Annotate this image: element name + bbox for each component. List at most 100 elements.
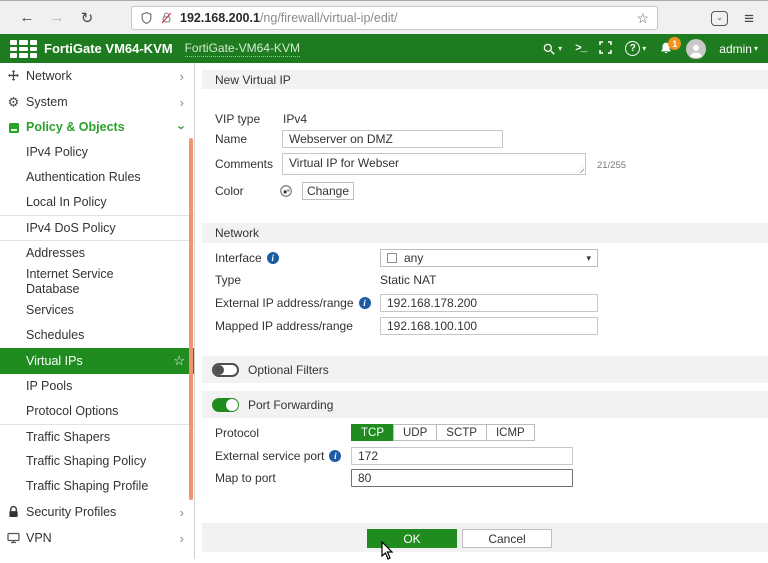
optional-filters-toggle[interactable] — [212, 362, 239, 377]
sidebar-item-network[interactable]: Network › — [0, 63, 194, 89]
url-path: /ng/firewall/virtual-ip/edit/ — [259, 11, 398, 25]
color-label: Color — [215, 184, 244, 198]
sidebar-item-traffic-shaping-policy[interactable]: Traffic Shaping Policy — [0, 449, 194, 474]
sidebar-item-vpn[interactable]: VPN › — [0, 525, 194, 551]
port-forwarding-label: Port Forwarding — [248, 397, 334, 412]
avatar[interactable] — [686, 38, 707, 59]
device-hostname[interactable]: FortiGate-VM64-KVM — [184, 41, 300, 57]
name-label: Name — [215, 132, 248, 146]
sidebar: Network › ⚙ System › Policy & Objects › … — [0, 63, 195, 559]
sidebar-item-protocol-options[interactable]: Protocol Options — [0, 399, 194, 424]
cli-console-icon[interactable]: >_ — [575, 43, 587, 55]
user-icon — [690, 44, 703, 57]
favorite-star-icon[interactable]: ☆ — [173, 353, 185, 369]
vip-type-label: VIP type — [215, 112, 261, 126]
port-forwarding-bar: Port Forwarding — [202, 391, 768, 418]
help-icon: ? — [625, 41, 641, 56]
bookmark-star-icon[interactable]: ☆ — [636, 10, 649, 27]
sidebar-item-virtual-ips[interactable]: Virtual IPs ☆ — [0, 348, 194, 374]
sidebar-item-ip-pools[interactable]: IP Pools — [0, 374, 194, 399]
insecure-lock-icon[interactable] — [160, 11, 173, 25]
notification-badge: 1 — [668, 37, 682, 50]
map-to-port-label: Map to port — [215, 471, 276, 485]
menu-icon[interactable]: ≡ — [744, 10, 754, 27]
sidebar-item-ipv4-dos-policy[interactable]: IPv4 DoS Policy — [0, 215, 194, 240]
sidebar-item-internet-service-database[interactable]: Internet Service Database — [0, 265, 194, 298]
info-icon[interactable]: i — [266, 252, 279, 264]
protocol-udp-button[interactable]: UDP — [393, 424, 438, 441]
protocol-sctp-button[interactable]: SCTP — [436, 424, 487, 441]
chevron-down-icon: ▾ — [753, 44, 758, 53]
chevron-right-icon: › — [179, 94, 184, 110]
sidebar-scrollbar[interactable] — [189, 138, 193, 500]
browser-back-icon[interactable]: ← — [12, 9, 42, 26]
sidebar-item-addresses[interactable]: Addresses — [0, 240, 194, 265]
sidebar-item-authentication-rules[interactable]: Authentication Rules — [0, 165, 194, 190]
sidebar-item-traffic-shaping-profile[interactable]: Traffic Shaping Profile — [0, 474, 194, 499]
sidebar-item-system[interactable]: ⚙ System › — [0, 89, 194, 115]
info-icon[interactable]: i — [358, 297, 371, 309]
browser-forward-icon[interactable]: → — [42, 9, 72, 26]
comments-label: Comments — [215, 157, 274, 171]
protocol-label: Protocol — [215, 425, 260, 440]
comments-field-wrap: Virtual IP for Webser — [282, 153, 586, 175]
sidebar-item-label: Policy & Objects — [26, 120, 125, 134]
sidebar-item-schedules[interactable]: Schedules — [0, 323, 194, 348]
any-interface-icon — [387, 253, 397, 263]
shield-icon[interactable] — [140, 11, 153, 25]
chevron-down-icon: ▾ — [642, 44, 647, 53]
protocol-icmp-button[interactable]: ICMP — [485, 424, 535, 441]
sidebar-item-services[interactable]: Services — [0, 298, 194, 323]
comments-counter: 21/255 — [597, 160, 627, 171]
help-button[interactable]: ? ▾ — [625, 41, 646, 56]
interface-select[interactable]: any ▾ — [380, 249, 598, 267]
network-section-title: Network — [215, 226, 260, 240]
sidebar-item-label: System — [26, 94, 68, 109]
comments-input[interactable]: Virtual IP for Webser — [282, 153, 586, 175]
sidebar-item-security-profiles[interactable]: Security Profiles › — [0, 499, 194, 525]
external-ip-label: External IP address/range i — [215, 294, 371, 312]
color-change-button[interactable]: Change — [302, 182, 354, 200]
chevron-down-icon: ▾ — [558, 44, 563, 53]
external-ip-input[interactable] — [380, 294, 598, 312]
external-service-port-input[interactable] — [351, 447, 573, 465]
port-forwarding-toggle[interactable] — [212, 397, 239, 412]
page-title-bar: New Virtual IP — [202, 70, 768, 89]
sidebar-item-policy-objects[interactable]: Policy & Objects › — [0, 115, 194, 140]
name-input[interactable] — [282, 130, 503, 148]
network-icon — [6, 70, 21, 83]
info-icon[interactable]: i — [329, 450, 342, 462]
optional-filters-label: Optional Filters — [248, 362, 329, 377]
sidebar-item-traffic-shapers[interactable]: Traffic Shapers — [0, 424, 194, 449]
chevron-right-icon: › — [179, 504, 184, 520]
fortinet-logo-icon — [10, 39, 37, 58]
interface-label: Interface i — [215, 249, 279, 267]
url-host: 192.168.200.1 — [180, 11, 260, 25]
fullscreen-icon[interactable] — [599, 40, 613, 57]
browser-reload-icon[interactable]: ↻ — [72, 9, 102, 27]
sidebar-item-local-in-policy[interactable]: Local In Policy — [0, 190, 194, 215]
protocol-tcp-button[interactable]: TCP — [351, 424, 394, 441]
notifications-button[interactable]: 1 — [659, 37, 682, 56]
chevron-right-icon: › — [179, 530, 184, 546]
network-section-bar: Network — [202, 223, 768, 243]
optional-filters-bar: Optional Filters — [202, 356, 768, 383]
color-swatch-icon — [279, 184, 293, 201]
ok-button[interactable]: OK — [367, 529, 457, 548]
chevron-right-icon: › — [179, 68, 184, 84]
app-header: FortiGate VM64-KVM FortiGate-VM64-KVM ▾ … — [0, 34, 768, 63]
browser-toolbar: ← → ↻ 192.168.200.1/ng/firewall/virtual-… — [0, 0, 768, 34]
admin-username: admin — [719, 41, 752, 56]
pocket-icon[interactable]: ⌄ — [711, 10, 729, 26]
protocol-segmented-control: TCP UDP SCTP ICMP — [351, 424, 535, 441]
map-to-port-input[interactable] — [351, 469, 573, 487]
external-service-port-label: External service port i — [215, 447, 342, 465]
search-button[interactable]: ▾ — [542, 42, 562, 56]
mapped-ip-input[interactable] — [380, 317, 598, 335]
chevron-down-icon: › — [174, 125, 190, 130]
address-bar[interactable]: 192.168.200.1/ng/firewall/virtual-ip/edi… — [131, 6, 658, 30]
cancel-button[interactable]: Cancel — [462, 529, 552, 548]
type-label: Type — [215, 273, 242, 287]
admin-menu[interactable]: admin ▾ — [719, 42, 758, 56]
sidebar-item-ipv4-policy[interactable]: IPv4 Policy — [0, 140, 194, 165]
